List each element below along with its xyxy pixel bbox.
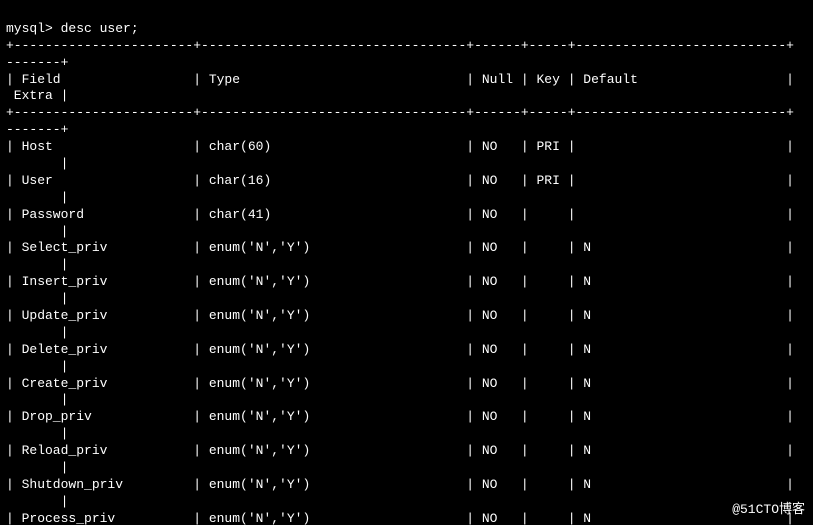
border-wrap: -------+ [6, 122, 68, 137]
sql-command: desc user; [61, 21, 139, 36]
header-wrap: Extra | [6, 88, 68, 103]
border-line: +-----------------------+---------------… [6, 38, 794, 53]
border-wrap: -------+ [6, 55, 68, 70]
watermark: @51CTO博客 [732, 502, 805, 519]
header-line: | Field | Type | Null | Key | Default | [6, 72, 794, 87]
terminal-output: mysql> desc user; +---------------------… [0, 0, 813, 525]
table-rows: | Host | char(60) | NO | PRI | | | | Use… [6, 139, 807, 525]
mysql-prompt: mysql> [6, 21, 61, 36]
border-line: +-----------------------+---------------… [6, 105, 794, 120]
